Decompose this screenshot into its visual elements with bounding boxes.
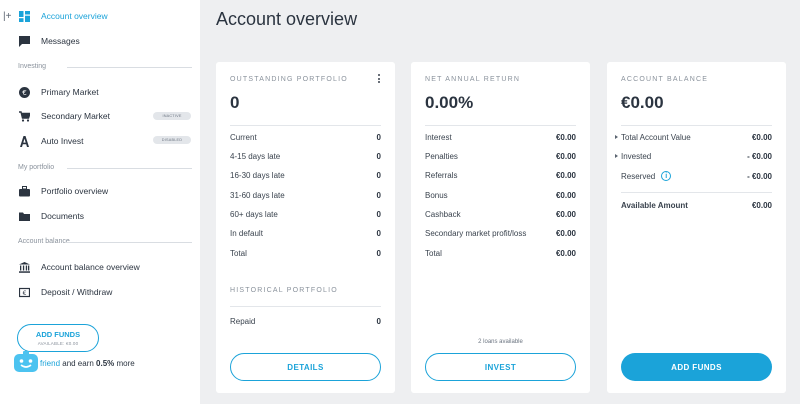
more-options-icon[interactable]: [377, 74, 381, 83]
table-row: Bonus €0.00: [425, 190, 576, 200]
available-balance: AVAILABLE: €0.00: [37, 341, 79, 346]
svg-text:€: €: [22, 89, 26, 97]
deposit-icon: €: [18, 286, 30, 298]
table-row: Total 0: [230, 248, 381, 258]
cart-icon: [18, 110, 30, 122]
table-row: Total €0.00: [425, 248, 576, 258]
table-row: 31-60 days late 0: [230, 190, 381, 200]
sidebar-item-portfolio-overview[interactable]: Portfolio overview: [18, 183, 108, 199]
table-row: Available Amount €0.00: [621, 200, 772, 210]
divider: [425, 125, 576, 126]
divider: [621, 192, 772, 193]
table-row: In default 0: [230, 228, 381, 238]
details-button[interactable]: DETAILS: [230, 353, 381, 381]
chat-bot-icon[interactable]: [12, 351, 40, 373]
sidebar-item-account-overview[interactable]: Account overview: [18, 8, 108, 24]
table-row: Cashback €0.00: [425, 209, 576, 219]
section-label-investing: Investing: [18, 63, 47, 70]
sidebar-item-primary-market[interactable]: € Primary Market: [18, 84, 99, 100]
collapse-sidebar-button[interactable]: |+: [3, 11, 11, 22]
sidebar-item-label: Secondary Market: [41, 111, 110, 121]
table-row: Repaid 0: [230, 316, 381, 326]
euro-icon: €: [18, 86, 30, 98]
invest-button[interactable]: INVEST: [425, 353, 576, 381]
dashboard-icon: [18, 10, 30, 22]
briefcase-icon: [18, 185, 30, 197]
table-row: Interest €0.00: [425, 132, 576, 142]
table-row: 60+ days late 0: [230, 209, 381, 219]
sidebar-item-label: Messages: [41, 36, 80, 46]
table-row: Secondary market profit/loss €0.00: [425, 228, 576, 238]
auto-icon: [18, 135, 30, 147]
sidebar-item-label: Portfolio overview: [41, 186, 109, 196]
sidebar-item-label: Primary Market: [41, 87, 99, 97]
outstanding-portfolio-value: 0: [230, 93, 240, 112]
sidebar-add-funds-button[interactable]: ADD FUNDS AVAILABLE: €0.00: [17, 324, 99, 352]
add-funds-label: ADD FUNDS: [35, 330, 81, 339]
info-icon[interactable]: i: [661, 171, 672, 181]
sidebar-item-messages[interactable]: Messages: [18, 33, 80, 49]
table-row: Reserved i - €0.00: [621, 171, 772, 181]
table-row: Current 0: [230, 132, 381, 142]
expand-caret-icon: [615, 135, 618, 139]
card-title: ACCOUNT BALANCE: [621, 76, 709, 83]
net-annual-return-value: 0.00%: [425, 93, 474, 112]
card-title: OUTSTANDING PORTFOLIO: [230, 76, 348, 83]
chat-icon: [18, 35, 30, 47]
section-label-my-portfolio: My portfolio: [18, 164, 55, 171]
status-badge-disabled: DISABLED: [153, 136, 191, 144]
section-label-account-balance: Account balance: [18, 238, 70, 245]
sidebar-item-deposit-withdraw[interactable]: € Deposit / Withdraw: [18, 284, 112, 300]
sidebar-item-label: Auto Invest: [41, 136, 84, 146]
svg-text:€: €: [22, 290, 26, 297]
sidebar-item-account-balance-overview[interactable]: Account balance overview: [18, 259, 140, 275]
table-row: 4-15 days late 0: [230, 151, 381, 161]
bank-icon: [18, 261, 30, 273]
page-title: Account overview: [216, 9, 358, 29]
outstanding-portfolio-card: OUTSTANDING PORTFOLIO 0 Current 0 4-15 da…: [216, 62, 395, 393]
sidebar-item-label: Account overview: [41, 11, 108, 21]
sidebar-item-documents[interactable]: Documents: [18, 208, 84, 224]
table-row-invested[interactable]: Invested - €0.00: [615, 149, 772, 163]
invite-friend-link[interactable]: friend: [40, 359, 60, 368]
sidebar-item-label: Deposit / Withdraw: [41, 287, 113, 297]
sidebar-item-auto-invest[interactable]: Auto Invest: [18, 133, 84, 149]
divider: [230, 306, 381, 307]
status-badge-inactive: INACTIVE: [153, 112, 191, 120]
sidebar-item-secondary-market[interactable]: Secondary Market: [18, 108, 110, 124]
account-balance-card: ACCOUNT BALANCE €0.00 Total Account Valu…: [607, 62, 786, 393]
card-title: NET ANNUAL RETURN: [425, 76, 521, 83]
folder-icon: [18, 210, 30, 222]
add-funds-button[interactable]: ADD FUNDS: [621, 353, 772, 381]
historical-portfolio-title: HISTORICAL PORTFOLIO: [230, 287, 338, 294]
net-annual-return-card: NET ANNUAL RETURN 0.00% Interest €0.00 Pe…: [411, 62, 590, 393]
sidebar-item-label: Documents: [41, 211, 84, 221]
table-row-total-account-value[interactable]: Total Account Value €0.00: [615, 130, 772, 144]
loans-available-text: 2 loans available: [478, 339, 523, 345]
table-row: 16-30 days late 0: [230, 170, 381, 180]
expand-caret-icon: [615, 154, 618, 158]
table-row: Referrals €0.00: [425, 170, 576, 180]
divider: [67, 67, 192, 68]
divider: [621, 125, 772, 126]
divider: [230, 125, 381, 126]
divider: [67, 242, 192, 243]
table-row: Penalties €0.00: [425, 151, 576, 161]
divider: [67, 168, 192, 169]
account-balance-value: €0.00: [621, 93, 664, 112]
sidebar-item-label: Account balance overview: [41, 262, 140, 272]
sidebar: |+ Account overview Messages Investing €…: [0, 0, 200, 404]
